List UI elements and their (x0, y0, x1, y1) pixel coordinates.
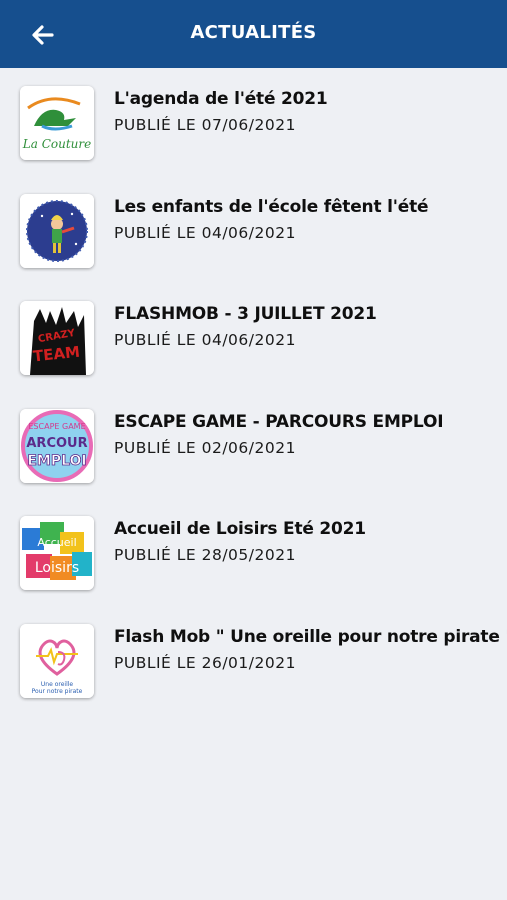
news-date: PUBLIÉ LE 07/06/2021 (114, 116, 296, 134)
news-title: FLASHMOB - 3 JUILLET 2021 (114, 304, 377, 324)
news-thumbnail-oreille-pirate: Une oreille Pour notre pirate (20, 623, 94, 698)
news-thumbnail-school-association (20, 193, 94, 268)
news-title: Les enfants de l'école fêtent l'été (114, 196, 429, 217)
news-list: La Couture L'agenda de l'été 2021 PUBLIÉ… (0, 68, 507, 713)
news-title: ESCAPE GAME - PARCOURS EMPLOI (114, 411, 444, 432)
svg-text:ARCOUR: ARCOUR (26, 436, 87, 451)
news-date: PUBLIÉ LE 04/06/2021 (114, 223, 296, 242)
news-title: Accueil de Loisirs Eté 2021 (114, 519, 366, 539)
news-item[interactable]: La Couture L'agenda de l'été 2021 PUBLIÉ… (0, 68, 507, 176)
news-date: PUBLIÉ LE 02/06/2021 (114, 438, 296, 457)
svg-text:Pour notre pirate: Pour notre pirate (32, 688, 83, 695)
news-title: L'agenda de l'été 2021 (114, 89, 328, 109)
news-item[interactable]: Les enfants de l'école fêtent l'été PUBL… (0, 176, 507, 284)
app-header: ACTUALITÉS (0, 0, 507, 68)
news-title: Flash Mob " Une oreille pour notre pirat… (114, 626, 507, 647)
news-thumbnail-parcours-emploi: ESCAPE GAME ARCOUR EMPLOI (20, 408, 94, 483)
news-item[interactable]: CRAZY TEAM FLASHMOB - 3 JUILLET 2021 PUB… (0, 283, 507, 391)
svg-text:Une oreille: Une oreille (41, 681, 73, 688)
svg-text:EMPLOI: EMPLOI (27, 453, 86, 469)
news-thumbnail-la-couture: La Couture (20, 86, 94, 160)
svg-text:Loisirs: Loisirs (35, 560, 79, 576)
page-title: ACTUALITÉS (190, 22, 317, 43)
news-date: PUBLIÉ LE 28/05/2021 (114, 546, 296, 564)
news-item[interactable]: Une oreille Pour notre pirate Flash Mob … (0, 606, 507, 714)
svg-text:La Couture: La Couture (22, 137, 91, 151)
news-item[interactable]: ESCAPE GAME ARCOUR EMPLOI ESCAPE GAME - … (0, 391, 507, 499)
news-date: PUBLIÉ LE 04/06/2021 (114, 331, 296, 349)
news-thumbnail-accueil-loisirs: Accueil Loisirs (20, 516, 94, 590)
news-thumbnail-crazy-team: CRAZY TEAM (20, 301, 94, 375)
news-item[interactable]: Accueil Loisirs Accueil de Loisirs Eté 2… (0, 498, 507, 606)
svg-text:ESCAPE GAME: ESCAPE GAME (28, 422, 85, 431)
svg-text:Accueil: Accueil (37, 536, 76, 549)
news-date: PUBLIÉ LE 26/01/2021 (114, 653, 296, 672)
